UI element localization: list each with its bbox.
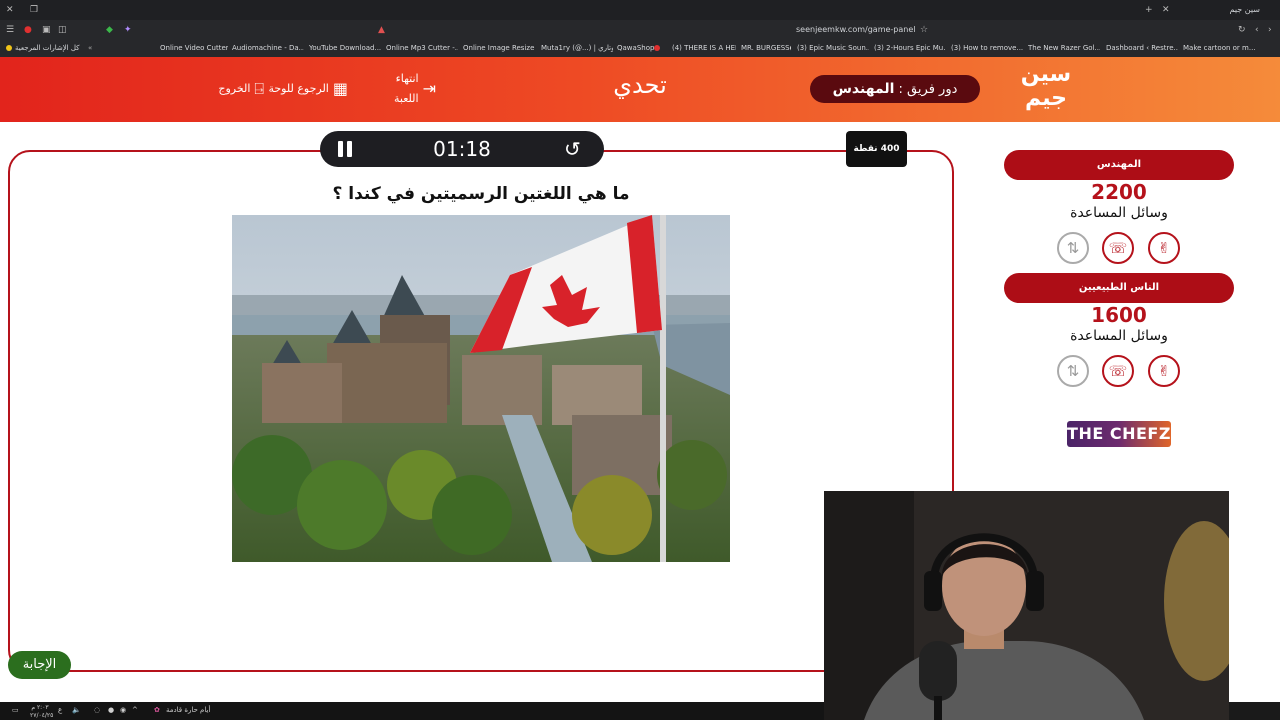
close-window-icon[interactable]: ✕ bbox=[6, 0, 14, 20]
bookmark-item[interactable]: Audiomachine - Da... bbox=[232, 40, 304, 57]
bookmark-item[interactable]: Muta1ry (@...) | موتاري bbox=[541, 40, 613, 57]
tab-close-icon[interactable]: ✕ bbox=[1162, 0, 1170, 20]
team-2-name: الناس الطبيعيين bbox=[1004, 273, 1234, 303]
taskbar: ▭ ٢:٠٣ م ٢٧/٠٤/٢٥ ع 🔈 ◌ ● ◉ ^ ✿ أيام حار… bbox=[0, 702, 824, 720]
extension-icon[interactable]: ◆ bbox=[106, 20, 113, 40]
phone-icon[interactable]: ☏ bbox=[1102, 355, 1134, 387]
timer: 01:18 bbox=[433, 137, 491, 161]
forward-icon[interactable]: › bbox=[1268, 20, 1272, 40]
question-text: ما هي اللغتين الرسميتين في كندا ؟ bbox=[332, 184, 630, 204]
team-1-name: المهندس bbox=[1004, 150, 1234, 180]
swap-icon[interactable]: ⇅ bbox=[1057, 232, 1089, 264]
pause-icon[interactable] bbox=[336, 139, 354, 159]
volume-icon[interactable]: 🔈 bbox=[72, 706, 81, 714]
bookmark-star-icon[interactable]: ☆ bbox=[920, 20, 928, 40]
favicon-icon bbox=[654, 45, 661, 51]
taskbar-edge bbox=[1229, 702, 1280, 720]
browser-tab-title[interactable]: سين جيم bbox=[1180, 0, 1260, 20]
browser-tab-bar: ✕ ❐ + ✕ سين جيم bbox=[0, 0, 1280, 20]
extension-icon[interactable]: ◫ bbox=[58, 20, 67, 40]
show-answer-button[interactable]: الإجابة bbox=[8, 651, 71, 679]
bookmark-item[interactable]: (3) 2-Hours Epic Mu... bbox=[874, 40, 946, 57]
bookmark-item[interactable]: (3) Epic Music Soun... bbox=[797, 40, 869, 57]
clock: ٢:٠٣ م ٢٧/٠٤/٢٥ bbox=[30, 704, 54, 719]
url-field[interactable]: seenjeemkw.com/game-panel bbox=[796, 20, 915, 40]
seenjeem-logo: سين جيم bbox=[1020, 62, 1072, 111]
sponsor-logo: THE CHEFZ bbox=[1067, 421, 1171, 447]
window-icon[interactable]: ▭ bbox=[12, 706, 19, 714]
language-icon[interactable]: ع bbox=[58, 706, 62, 714]
team-2-score: 1600 bbox=[1091, 303, 1147, 327]
game-header: سين جيم دور فريق : المهندس تحدي ⇥ انتهاء… bbox=[0, 57, 1280, 122]
page-title: تحدي bbox=[613, 71, 667, 99]
webcam-overlay bbox=[824, 491, 1229, 720]
bookmark-item[interactable]: Dashboard ‹ Restre... bbox=[1106, 40, 1178, 57]
restore-icon[interactable]: ❐ bbox=[30, 0, 38, 20]
points-badge: 400 نقطة bbox=[846, 131, 907, 167]
reset-icon[interactable]: ↺ bbox=[564, 137, 581, 161]
bookmark-item[interactable]: (4) THERE IS A HER... bbox=[672, 40, 736, 57]
tray-expand-icon[interactable]: ^ bbox=[132, 706, 138, 714]
bookmark-item[interactable]: (3) How to remove... bbox=[951, 40, 1023, 57]
bookmark-item[interactable]: YouTube Download... bbox=[309, 40, 381, 57]
question-image bbox=[232, 215, 730, 562]
end-game-button[interactable]: ⇥ انتهاء اللعبة bbox=[376, 72, 436, 105]
tray-icon[interactable]: ◉ bbox=[120, 706, 126, 714]
weather-icon: ✿ bbox=[154, 706, 160, 714]
reload-icon[interactable]: ↻ bbox=[1238, 20, 1246, 40]
extension-icon[interactable]: ✦ bbox=[124, 20, 132, 40]
door-icon: ⍈ bbox=[254, 79, 264, 98]
back-to-board-button[interactable]: ▦ الرجوع للوحة bbox=[268, 79, 348, 99]
bookmark-item[interactable]: QawaShop bbox=[617, 40, 663, 57]
bookmarks-bar: كل الإشارات المرجعية « Online Video Cutt… bbox=[0, 40, 1280, 57]
timer-bar: 01:18 ↺ bbox=[320, 131, 604, 167]
bookmark-item[interactable]: Online Video Cutter bbox=[160, 40, 228, 57]
bookmark-item[interactable]: MR. BURGESS bbox=[741, 40, 791, 57]
phone-icon[interactable]: ☏ bbox=[1102, 232, 1134, 264]
grid-icon: ▦ bbox=[332, 79, 348, 98]
bookmark-item[interactable]: The New Razer Gol... bbox=[1028, 40, 1100, 57]
extension-icon[interactable]: ▣ bbox=[42, 20, 51, 40]
team-turn-indicator: دور فريق : المهندس bbox=[810, 75, 980, 103]
folder-icon bbox=[6, 45, 12, 51]
back-icon[interactable]: ‹ bbox=[1255, 20, 1259, 40]
bookmark-item[interactable]: Online Image Resize... bbox=[463, 40, 535, 57]
weather-text[interactable]: أيام حارة قادمة bbox=[166, 706, 210, 714]
address-bar: ☰ ● ▣ ◫ ◆ ✦ ▲ seenjeemkw.com/game-panel … bbox=[0, 20, 1280, 40]
extension-icon[interactable]: ● bbox=[24, 20, 32, 40]
peace-hand-icon[interactable]: ✌ bbox=[1148, 232, 1180, 264]
network-icon[interactable]: ◌ bbox=[94, 706, 100, 714]
peace-hand-icon[interactable]: ✌ bbox=[1148, 355, 1180, 387]
menu-icon[interactable]: ☰ bbox=[6, 20, 14, 40]
swap-icon[interactable]: ⇅ bbox=[1057, 355, 1089, 387]
exit-arrow-icon: ⇥ bbox=[422, 79, 436, 98]
new-tab-icon[interactable]: + bbox=[1145, 0, 1153, 20]
team-2-help-label: وسائل المساعدة bbox=[1070, 328, 1168, 344]
more-bookmarks-icon[interactable]: « bbox=[88, 40, 92, 57]
extension-icon[interactable]: ▲ bbox=[378, 20, 385, 40]
exit-button[interactable]: ⍈ الخروج bbox=[210, 79, 264, 99]
bookmark-item[interactable]: Make cartoon or m... bbox=[1183, 40, 1255, 57]
team-1-score: 2200 bbox=[1091, 180, 1147, 204]
mic-icon[interactable]: ● bbox=[108, 706, 114, 714]
all-bookmarks-link[interactable]: كل الإشارات المرجعية bbox=[6, 40, 80, 57]
bookmark-item[interactable]: Online Mp3 Cutter -... bbox=[386, 40, 458, 57]
team-1-help-label: وسائل المساعدة bbox=[1070, 205, 1168, 221]
